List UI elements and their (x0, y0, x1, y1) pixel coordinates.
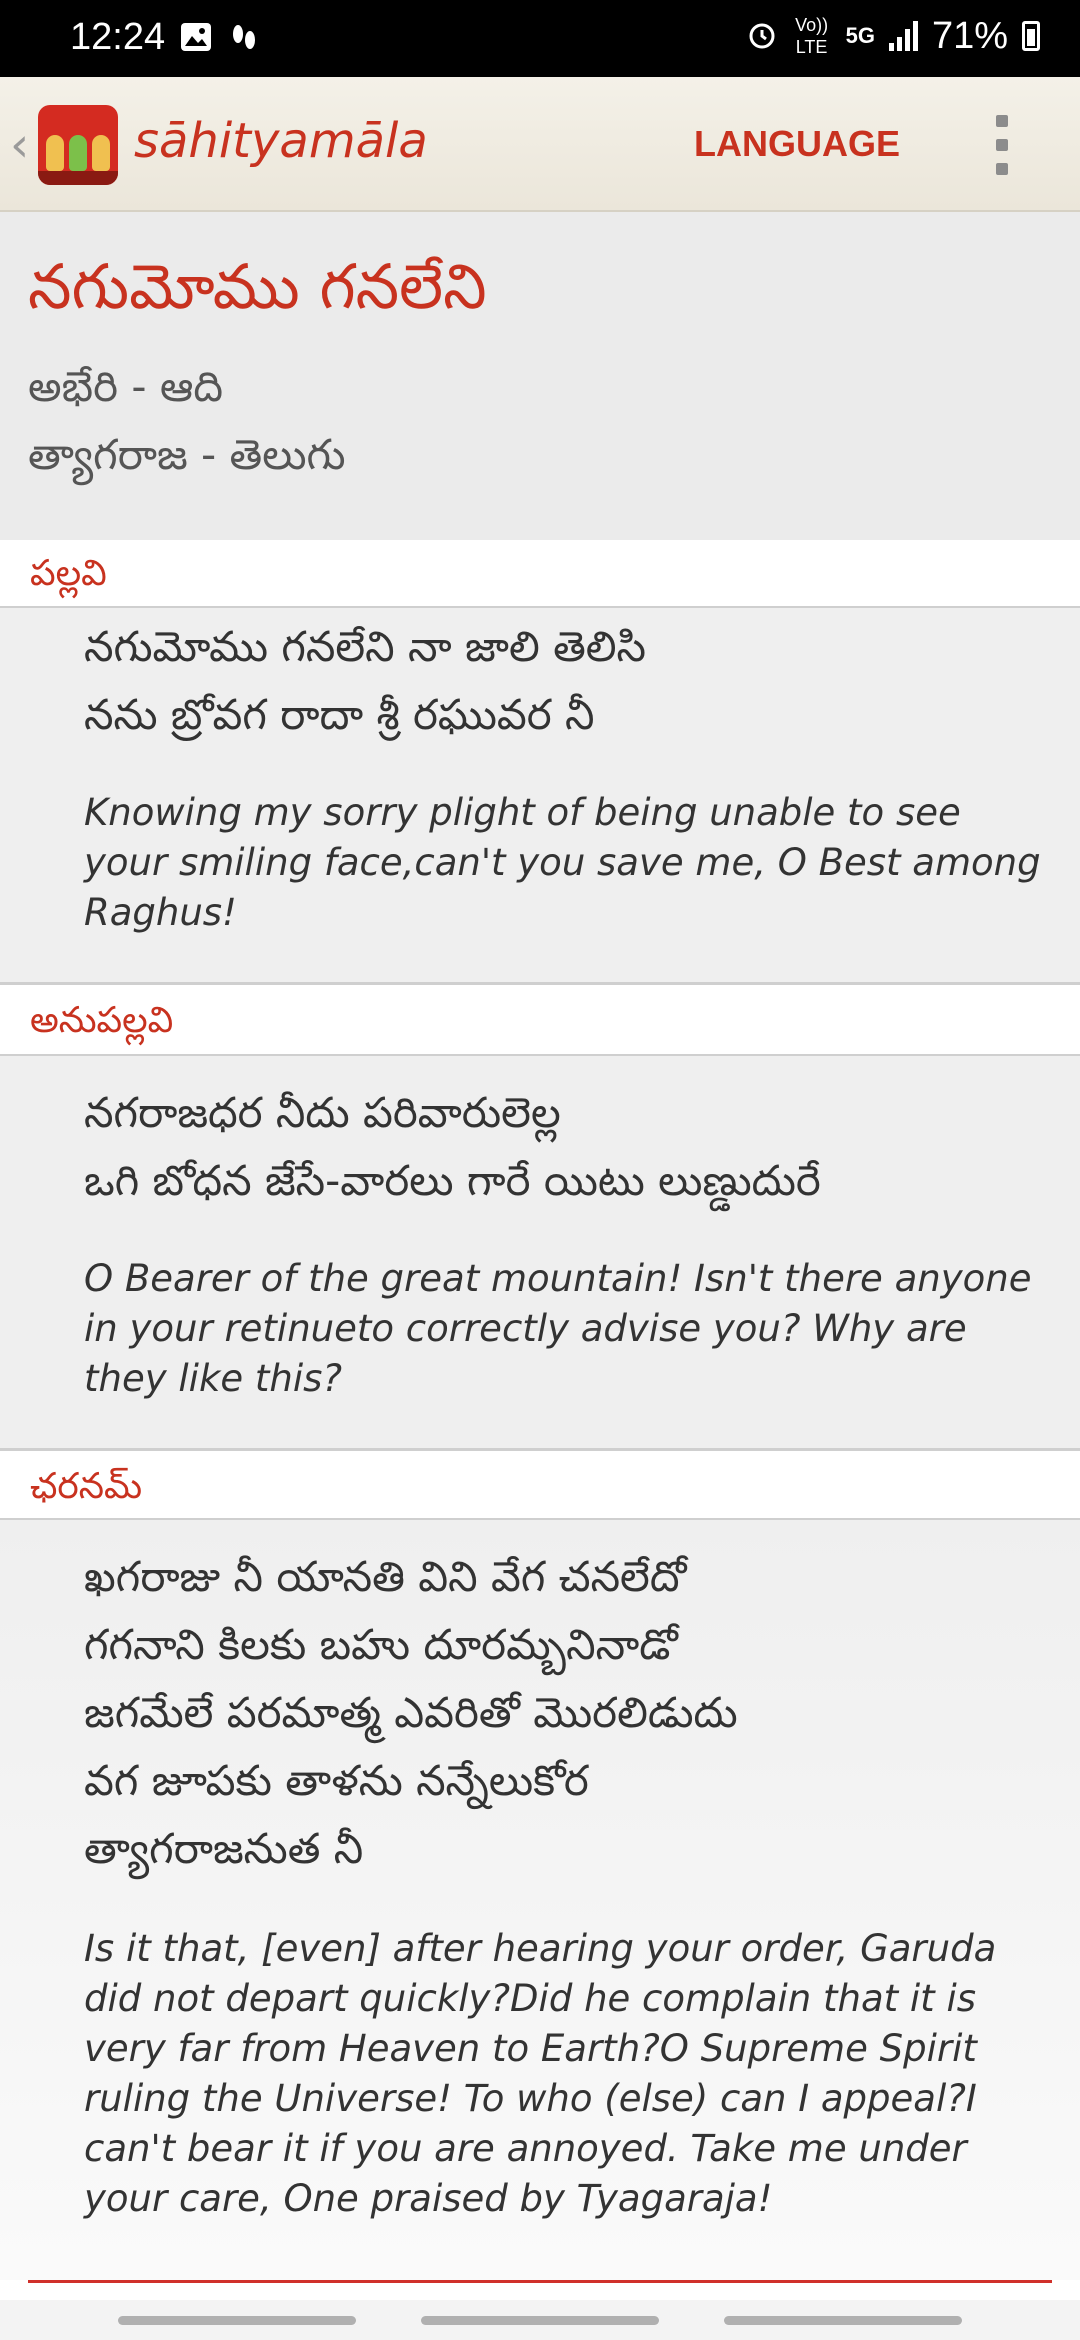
composer-language: త్యాగరాజ - తెలుగు (28, 430, 346, 479)
app-bar: ‹ sāhityamāla LANGUAGE (0, 77, 1080, 212)
lyric-line: వగ జూపకు తాళను నన్నేలుకోర (84, 1756, 589, 1805)
lyric-line: నను బ్రోవగ రాదా శ్రీ రఘువర నీ (84, 690, 595, 739)
battery-icon (1022, 21, 1040, 51)
status-time: 12:24 (70, 16, 166, 58)
nav-back-handle[interactable] (724, 2316, 962, 2325)
lyric-line: ఒగి బోధన జేసే-వారలు గారే యిటు లుణ్డుదురే (84, 1156, 821, 1205)
lyric-line: గగనాని కిలకు బహు దూరమ్బనినాడో (84, 1620, 678, 1669)
section-divider (0, 1448, 1080, 1451)
section-label-pallavi: పల్లవి (30, 553, 107, 594)
footsteps-icon (230, 22, 258, 62)
nav-home-handle[interactable] (421, 2316, 659, 2325)
translation: Is it that, [even] after hearing your or… (84, 1927, 997, 2220)
signal-icon (888, 21, 918, 51)
lyric-line: నగరాజధర నీదు పరివారులెల్ల (84, 1088, 561, 1137)
lyric-line: ఖగరాజు నీ యానతి విని వేగ చనలేదో (84, 1552, 687, 1601)
status-bar: 12:24 Vo)) LTE 5G 71% (0, 0, 1080, 77)
section-label-anupallavi: అనుపల్లవి (30, 1000, 174, 1041)
volte-indicator: Vo)) LTE (795, 15, 829, 57)
nav-recents-handle[interactable] (118, 2316, 356, 2325)
song-header: నగుమోము గనలేని అభేరి - ఆది త్యాగరాజ - తె… (0, 212, 1080, 540)
overflow-menu-icon[interactable] (990, 115, 1014, 175)
raga-tala: అభేరి - ఆది (28, 362, 224, 411)
gallery-icon (180, 22, 212, 60)
translation: O Bearer of the great mountain! Isn't th… (84, 1257, 1032, 1400)
app-title: sāhityamāla (134, 113, 428, 169)
lyric-line: త్యాగరాజనుత నీ (84, 1824, 364, 1873)
end-divider (28, 2280, 1052, 2283)
back-chevron-icon[interactable]: ‹ (10, 117, 29, 173)
section-label-charanam: ఛరనమ్ (30, 1466, 143, 1507)
translation: Knowing my sorry plight of being unable … (84, 791, 1041, 934)
language-button[interactable]: LANGUAGE (694, 123, 900, 165)
network-indicator: 5G (845, 23, 875, 48)
battery-percent: 71% (931, 14, 1008, 57)
app-logo[interactable] (38, 105, 118, 185)
alarm-icon (746, 18, 778, 55)
song-title: నగుమోము గనలేని (28, 250, 487, 323)
lyric-line: జగమేలే పరమాత్మ ఎవరితో మొరలిడుదు (84, 1688, 738, 1737)
section-divider (0, 982, 1080, 985)
lyric-line: నగుమోము గనలేని నా జాలి తెలిసి (84, 622, 647, 671)
